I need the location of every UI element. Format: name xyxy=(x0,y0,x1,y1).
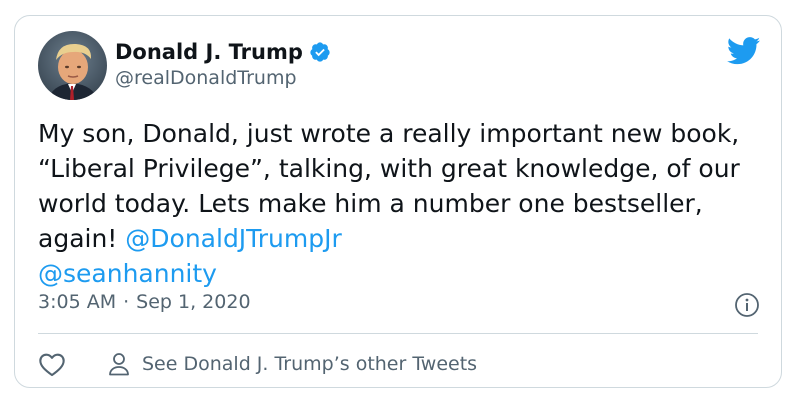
twitter-bird-icon[interactable] xyxy=(726,37,761,65)
action-bar: See Donald J. Trump’s other Tweets xyxy=(38,349,477,379)
tweet-timestamp[interactable]: 3:05 AM · Sep 1, 2020 xyxy=(38,290,251,314)
author-name-row: Donald J. Trump xyxy=(115,39,331,65)
author-handle[interactable]: @realDonaldTrump xyxy=(115,66,297,90)
see-other-tweets-label: See Donald J. Trump’s other Tweets xyxy=(142,353,478,375)
avatar[interactable] xyxy=(38,31,107,100)
avatar-image xyxy=(38,31,107,100)
tweet-text: My son, Donald, just wrote a really impo… xyxy=(38,116,758,291)
meta-separator: · xyxy=(123,291,130,313)
mention-seanhannity[interactable]: @seanhannity xyxy=(38,259,217,288)
divider xyxy=(38,333,758,334)
tweet-time: 3:05 AM xyxy=(38,291,117,313)
mention-donaldjtrumpjr[interactable]: @DonaldJTrumpJr xyxy=(125,224,342,253)
heart-icon[interactable] xyxy=(38,351,66,377)
tweet-card[interactable]: Donald J. Trump @realDonaldTrump My son,… xyxy=(14,15,782,388)
tweet-date: Sep 1, 2020 xyxy=(136,291,251,313)
info-icon[interactable] xyxy=(734,292,760,318)
see-other-tweets-link[interactable]: See Donald J. Trump’s other Tweets xyxy=(106,351,477,377)
person-icon xyxy=(106,351,132,377)
author-name[interactable]: Donald J. Trump xyxy=(115,39,303,65)
verified-badge-icon xyxy=(309,41,331,63)
